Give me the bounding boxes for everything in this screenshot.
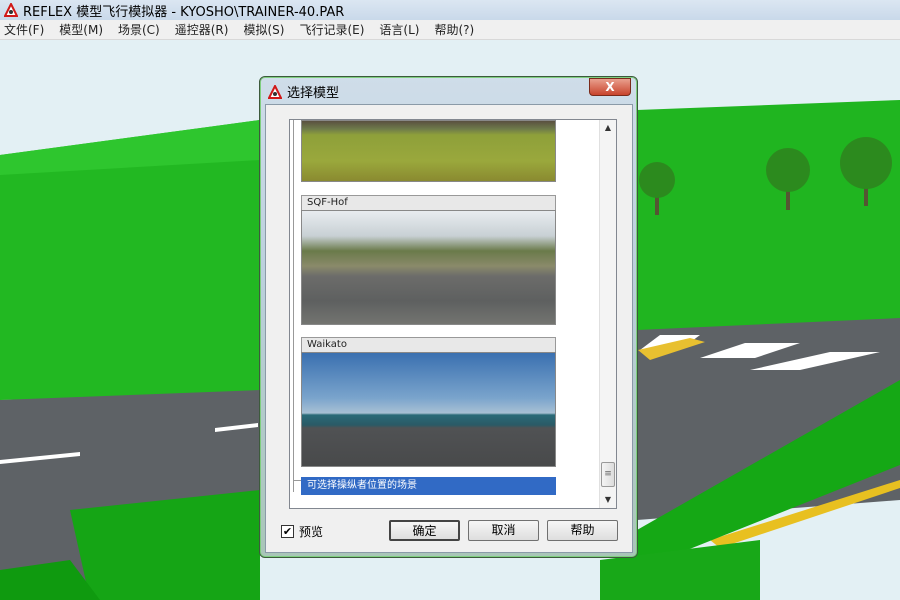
scrollbar[interactable]: ▲ ≡ ▼ <box>599 120 616 508</box>
dialog-titlebar: 选择模型 <box>268 82 339 101</box>
menu-model[interactable]: 模型(M) <box>59 21 103 38</box>
scrollbar-thumb[interactable]: ≡ <box>601 462 615 487</box>
scene-label-sqf-hof[interactable]: SQF-Hof <box>301 195 556 211</box>
dialog-title: 选择模型 <box>287 86 340 101</box>
select-model-dialog: 选择模型 X SQF-Hof Waikato 可选择操纵者位置的场景 ▲ ≡ ▼… <box>259 76 638 558</box>
scroll-down-icon[interactable]: ▼ <box>600 492 616 508</box>
preview-checkbox[interactable]: ✔ 预览 <box>281 523 323 540</box>
reflex-logo-icon <box>268 84 282 99</box>
ok-button[interactable]: 确定 <box>389 520 460 541</box>
scene-list[interactable]: SQF-Hof Waikato 可选择操纵者位置的场景 ▲ ≡ ▼ <box>289 119 617 509</box>
menu-simulation[interactable]: 模拟(S) <box>243 21 284 38</box>
scene-thumbnail-sqf-hof[interactable] <box>301 210 556 325</box>
help-button[interactable]: 帮助 <box>547 520 618 541</box>
reflex-logo-icon <box>4 3 18 17</box>
tree-line <box>293 120 301 492</box>
window-titlebar: REFLEX 模型飞行模拟器 - KYOSHO\TRAINER-40.PAR <box>0 0 900 20</box>
scene-list-item-selected[interactable]: 可选择操纵者位置的场景 <box>301 477 556 495</box>
scene-thumbnail[interactable] <box>301 120 556 182</box>
scene-label-waikato[interactable]: Waikato <box>301 337 556 353</box>
menu-flight-record[interactable]: 飞行记录(E) <box>299 21 364 38</box>
menu-help[interactable]: 帮助(?) <box>434 21 474 38</box>
menu-transmitter[interactable]: 遥控器(R) <box>175 21 229 38</box>
menu-language[interactable]: 语言(L) <box>379 21 419 38</box>
preview-label: 预览 <box>299 525 324 539</box>
window-title: REFLEX 模型飞行模拟器 - KYOSHO\TRAINER-40.PAR <box>23 4 345 20</box>
scroll-up-icon[interactable]: ▲ <box>600 120 616 136</box>
checkbox-checked-icon[interactable]: ✔ <box>281 525 294 538</box>
close-button[interactable]: X <box>589 78 631 96</box>
scene-thumbnail-waikato[interactable] <box>301 352 556 467</box>
dialog-client-area: SQF-Hof Waikato 可选择操纵者位置的场景 ▲ ≡ ▼ ✔ 预览 确… <box>265 104 633 553</box>
menu-file[interactable]: 文件(F) <box>4 21 44 38</box>
menu-bar: 文件(F) 模型(M) 场景(C) 遥控器(R) 模拟(S) 飞行记录(E) 语… <box>0 20 900 40</box>
cancel-button[interactable]: 取消 <box>468 520 539 541</box>
menu-scene[interactable]: 场景(C) <box>118 21 160 38</box>
